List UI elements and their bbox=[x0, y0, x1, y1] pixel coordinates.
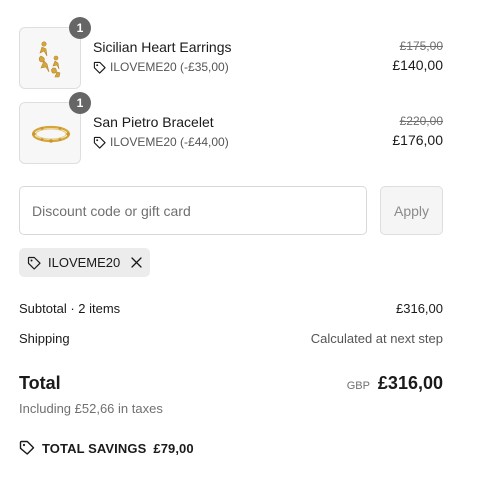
apply-button[interactable]: Apply bbox=[380, 186, 443, 235]
currency-code: GBP bbox=[346, 380, 370, 392]
shipping-row: Shipping Calculated at next step bbox=[19, 331, 443, 346]
remove-discount-button[interactable] bbox=[131, 257, 142, 268]
bracelet-image bbox=[31, 125, 71, 143]
discount-code-input[interactable] bbox=[19, 186, 367, 235]
subtotal-value: £316,00 bbox=[396, 301, 443, 316]
item-discount: ILOVEME20 (-£35,00) bbox=[93, 60, 229, 74]
tag-icon bbox=[27, 256, 41, 270]
shipping-value: Calculated at next step bbox=[310, 331, 443, 346]
item-discount-label: ILOVEME20 (-£35,00) bbox=[110, 60, 229, 74]
tag-icon bbox=[93, 61, 106, 74]
line-item: 1 Sicilian Heart Earrings ILOVEME20 (-£3… bbox=[19, 17, 443, 89]
item-price: £176,00 bbox=[392, 132, 443, 148]
total-savings: TOTAL SAVINGS £79,00 bbox=[19, 440, 194, 456]
quantity-badge: 1 bbox=[69, 92, 91, 114]
total-label: Total bbox=[19, 373, 61, 393]
taxes-note: Including £52,66 in taxes bbox=[19, 401, 163, 416]
original-price: £220,00 bbox=[399, 114, 443, 128]
total-amount: GBP £316,00 bbox=[347, 373, 443, 394]
product-thumbnail: 1 bbox=[19, 92, 91, 164]
applied-discount-tag: ILOVEME20 bbox=[19, 248, 151, 277]
subtotal-row: Subtotal · 2 items £316,00 bbox=[19, 301, 443, 316]
line-item: 1 San Pietro Bracelet ILOVEME20 (-£44,00… bbox=[19, 92, 443, 164]
quantity-badge: 1 bbox=[69, 17, 91, 39]
tag-icon bbox=[93, 136, 106, 149]
savings-label: TOTAL SAVINGS bbox=[42, 440, 147, 456]
close-icon[interactable] bbox=[131, 257, 142, 268]
savings-value: £79,00 bbox=[153, 440, 194, 456]
savings-tag-icon bbox=[19, 440, 35, 455]
discount-form: Apply bbox=[19, 186, 443, 235]
product-name: Sicilian Heart Earrings bbox=[93, 39, 232, 55]
product-thumbnail: 1 bbox=[19, 17, 91, 89]
item-discount-label: ILOVEME20 (-£44,00) bbox=[110, 135, 229, 149]
item-price: £140,00 bbox=[392, 57, 443, 73]
shipping-label: Shipping bbox=[19, 331, 70, 346]
product-name: San Pietro Bracelet bbox=[93, 114, 214, 130]
total-value: £316,00 bbox=[377, 373, 443, 393]
subtotal-label: Subtotal · 2 items bbox=[19, 301, 121, 316]
earrings-image bbox=[38, 41, 61, 78]
original-price: £175,00 bbox=[399, 39, 443, 53]
applied-code-label: ILOVEME20 bbox=[48, 255, 121, 270]
item-discount: ILOVEME20 (-£44,00) bbox=[93, 135, 229, 149]
